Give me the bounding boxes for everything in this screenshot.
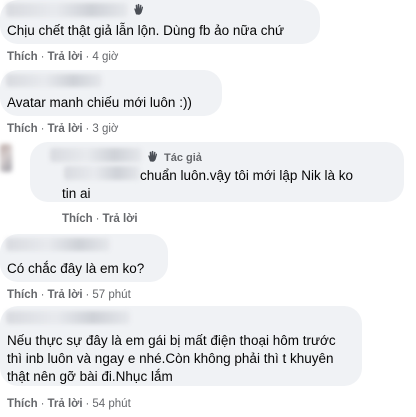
timestamp[interactable]: 57 phút [92, 289, 130, 301]
timestamp[interactable]: 4 giờ [92, 51, 118, 63]
redacted-name [6, 238, 110, 251]
comment-text: Chịu chết thật giả lẫn lộn. Dùng fb ảo n… [7, 23, 285, 38]
comment-text-line: tin ai [62, 186, 91, 201]
comment-actions: Thích · Trả lời · 3 giờ [7, 123, 119, 135]
reply-link[interactable]: Trả lời [48, 123, 83, 135]
reply-link[interactable]: Trả lời [48, 51, 83, 63]
like-link[interactable]: Thích [7, 123, 38, 135]
comment-text-line: thì inb luôn và ngay e nhé.Còn không phả… [7, 351, 334, 366]
comment-bubble: Nếu thực sự đây là em gái bị mất điện th… [0, 306, 362, 386]
redacted-name [6, 3, 128, 17]
reply-link[interactable]: Trả lời [48, 398, 83, 410]
like-link[interactable]: Thích [7, 289, 38, 301]
comment-actions: Thích · Trả lời · 54 phút [7, 398, 131, 410]
timestamp[interactable]: 3 giờ [92, 123, 118, 135]
like-link[interactable]: Thích [62, 213, 93, 225]
reply-link[interactable]: Trả lời [48, 289, 83, 301]
like-link[interactable]: Thích [7, 398, 38, 410]
comment-text-line: chuẩn luôn.vậy tôi mới lập Nik là ko [140, 168, 353, 183]
redacted-name [6, 74, 102, 87]
author-badge: Tác giả [164, 152, 202, 164]
wave-hand-icon [148, 150, 158, 162]
comment-bubble: Avatar manh chiếu mới luôn :)) [0, 70, 222, 116]
wave-hand-icon [134, 3, 144, 15]
comment-bubble: Có chắc đây là em ko? [0, 234, 168, 282]
comment-actions: Thích · Trả lời · 4 giờ [7, 51, 119, 63]
avatar[interactable] [0, 144, 12, 172]
redacted-mention [64, 166, 140, 180]
timestamp[interactable]: 54 phút [92, 398, 130, 410]
comment-text: Có chắc đây là em ko? [7, 261, 145, 276]
comment-text-line: thật nên gỡ bài đi.Nhục lắm [7, 369, 173, 384]
comment-bubble: Tác giả chuẩn luôn.vậy tôi mới lập Nik l… [30, 142, 404, 202]
comment-text: Avatar manh chiếu mới luôn :)) [7, 95, 192, 110]
redacted-name [50, 148, 142, 162]
comment-actions: Thích · Trả lời [62, 213, 138, 225]
reply-link[interactable]: Trả lời [103, 213, 138, 225]
redacted-name [6, 311, 130, 324]
comment-actions: Thích · Trả lời · 57 phút [7, 289, 131, 301]
like-link[interactable]: Thích [7, 51, 38, 63]
comment-text-line: Nếu thực sự đây là em gái bị mất điện th… [7, 333, 336, 348]
comment-bubble: Chịu chết thật giả lẫn lộn. Dùng fb ảo n… [0, 0, 320, 44]
